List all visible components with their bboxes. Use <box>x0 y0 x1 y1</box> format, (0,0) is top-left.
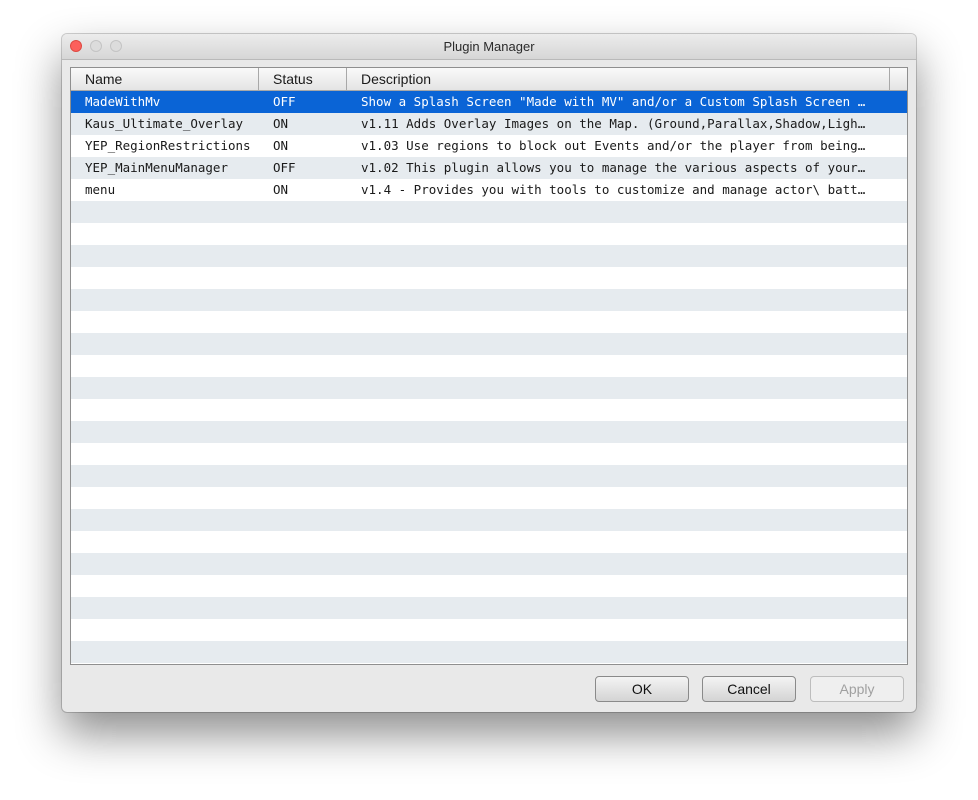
table-body: MadeWithMv OFF Show a Splash Screen "Mad… <box>71 91 907 664</box>
column-header-status[interactable]: Status <box>259 68 347 90</box>
table-row[interactable]: YEP_MainMenuManager OFF v1.02 This plugi… <box>71 157 907 179</box>
column-header-name[interactable]: Name <box>71 68 259 90</box>
plugin-description-cell: v1.11 Adds Overlay Images on the Map. (G… <box>361 116 866 131</box>
table-row[interactable]: Kaus_Ultimate_Overlay ON v1.11 Adds Over… <box>71 113 907 135</box>
plugin-name-cell: menu <box>85 182 116 197</box>
apply-button[interactable]: Apply <box>810 676 904 702</box>
plugin-name-cell: Kaus_Ultimate_Overlay <box>85 116 244 131</box>
column-header-description[interactable]: Description <box>347 68 890 90</box>
table-row[interactable]: MadeWithMv OFF Show a Splash Screen "Mad… <box>71 91 907 113</box>
table-header: Name Status Description <box>71 68 907 91</box>
minimize-window-button[interactable] <box>90 40 102 52</box>
plugin-name-cell: MadeWithMv <box>85 94 161 109</box>
plugin-manager-window: Plugin Manager Name Status Description M… <box>62 34 916 712</box>
plugin-name-cell: YEP_MainMenuManager <box>85 160 228 175</box>
plugin-status-cell[interactable]: ON <box>273 113 353 135</box>
title-bar[interactable]: Plugin Manager <box>62 34 916 60</box>
window-title: Plugin Manager <box>443 39 535 54</box>
table-row[interactable]: YEP_RegionRestrictions ON v1.03 Use regi… <box>71 135 907 157</box>
ok-button[interactable]: OK <box>595 676 689 702</box>
plugin-status-cell[interactable]: OFF <box>273 157 353 179</box>
close-window-button[interactable] <box>70 40 82 52</box>
zoom-window-button[interactable] <box>110 40 122 52</box>
plugin-description-cell: v1.03 Use regions to block out Events an… <box>361 138 866 153</box>
plugin-description-cell: Show a Splash Screen "Made with MV" and/… <box>361 94 866 109</box>
plugin-name-cell: YEP_RegionRestrictions <box>85 138 251 153</box>
plugin-status-cell[interactable]: ON <box>273 179 353 201</box>
plugin-table: Name Status Description MadeWithMv OFF S… <box>70 67 908 665</box>
cancel-button[interactable]: Cancel <box>702 676 796 702</box>
plugin-status-cell[interactable]: ON <box>273 135 353 157</box>
plugin-description-cell: v1.02 This plugin allows you to manage t… <box>361 160 866 175</box>
plugin-description-cell: v1.4 - Provides you with tools to custom… <box>361 182 866 197</box>
table-row[interactable]: menu ON v1.4 - Provides you with tools t… <box>71 179 907 201</box>
plugin-status-cell[interactable]: OFF <box>273 91 353 113</box>
column-header-filler <box>890 68 907 90</box>
